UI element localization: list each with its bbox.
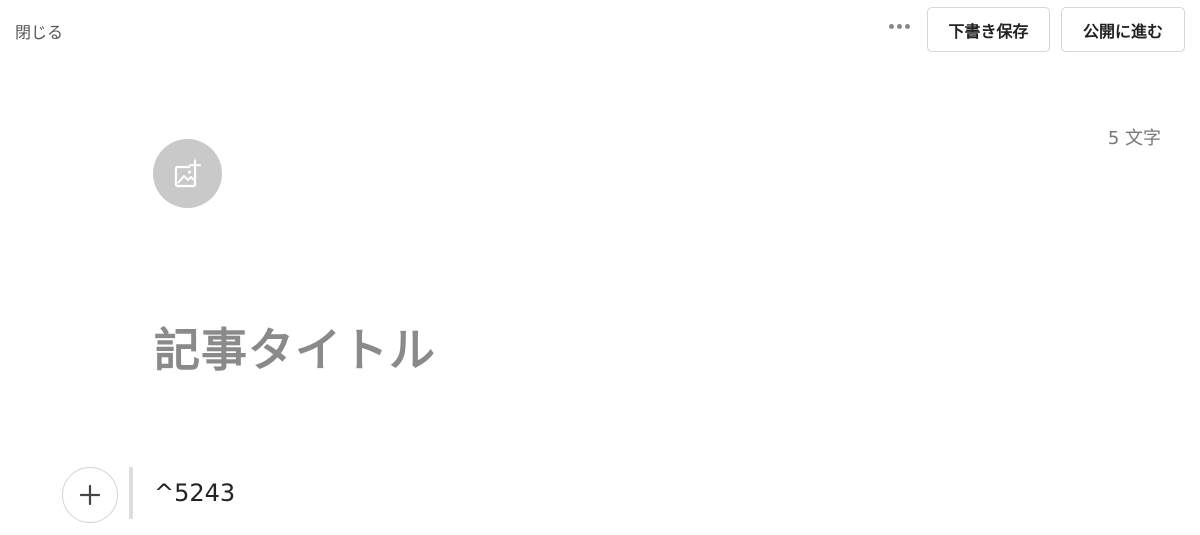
- more-horizontal-icon-dot: [896, 23, 902, 29]
- add-header-image-button[interactable]: [153, 139, 222, 208]
- character-count: 5 文字: [1107, 128, 1161, 149]
- more-horizontal-icon-dot: [904, 23, 910, 29]
- add-block-button[interactable]: [62, 467, 118, 523]
- save-draft-button[interactable]: 下書き保存: [927, 7, 1050, 52]
- active-block-indicator: [129, 467, 133, 519]
- editor-page: 閉じる 下書き保存 公開に進む 5 文字 記事タイトル ^5243: [0, 0, 1200, 535]
- article-body-text[interactable]: ^5243: [154, 479, 235, 507]
- plus-icon: [79, 484, 101, 506]
- article-title-input[interactable]: 記事タイトル: [154, 314, 436, 380]
- more-options-button[interactable]: [884, 17, 914, 35]
- more-horizontal-icon: [888, 23, 894, 29]
- close-button[interactable]: 閉じる: [15, 19, 63, 43]
- publish-button[interactable]: 公開に進む: [1061, 7, 1185, 52]
- image-plus-icon: [174, 158, 201, 187]
